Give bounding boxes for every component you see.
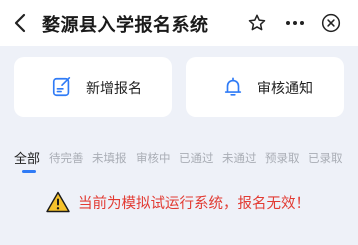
more-dots-icon: [286, 21, 304, 25]
tab-approved[interactable]: 已通过: [179, 150, 214, 166]
review-notice-button[interactable]: 审核通知: [186, 57, 344, 117]
new-registration-label: 新增报名: [86, 81, 142, 97]
star-icon: [248, 14, 266, 31]
page-title: 婺源县入学报名系统: [42, 15, 209, 36]
favorite-button[interactable]: [246, 12, 268, 34]
close-circle-icon: [321, 13, 341, 33]
top-navigation-bar: 婺源县入学报名系统: [0, 0, 358, 46]
edit-note-icon: [52, 77, 71, 97]
tab-reviewing[interactable]: 审核中: [136, 150, 171, 166]
tab-all[interactable]: 全部: [14, 148, 40, 167]
chevron-left-icon: [14, 13, 26, 33]
more-button[interactable]: [284, 12, 306, 34]
tab-admitted[interactable]: 已录取: [308, 150, 343, 166]
review-notice-label: 审核通知: [257, 81, 313, 97]
close-button[interactable]: [320, 12, 342, 34]
status-tabs: 全部 待完善 未填报 审核中 已通过 未通过 预录取 已录取: [0, 148, 358, 173]
warning-text: 当前为模拟试运行系统，报名无效！: [78, 195, 310, 212]
tab-pre-admitted[interactable]: 预录取: [265, 150, 300, 166]
back-button[interactable]: [10, 12, 30, 34]
bell-icon: [224, 77, 242, 96]
tab-not-filled[interactable]: 未填报: [92, 150, 127, 166]
tab-rejected[interactable]: 未通过: [222, 150, 257, 166]
new-registration-button[interactable]: 新增报名: [14, 57, 172, 117]
active-tab-indicator: [22, 170, 36, 173]
warning-notice: 当前为模拟试运行系统，报名无效！: [46, 190, 310, 214]
warning-triangle-icon: [46, 191, 70, 213]
tab-to-complete[interactable]: 待完善: [49, 150, 84, 166]
